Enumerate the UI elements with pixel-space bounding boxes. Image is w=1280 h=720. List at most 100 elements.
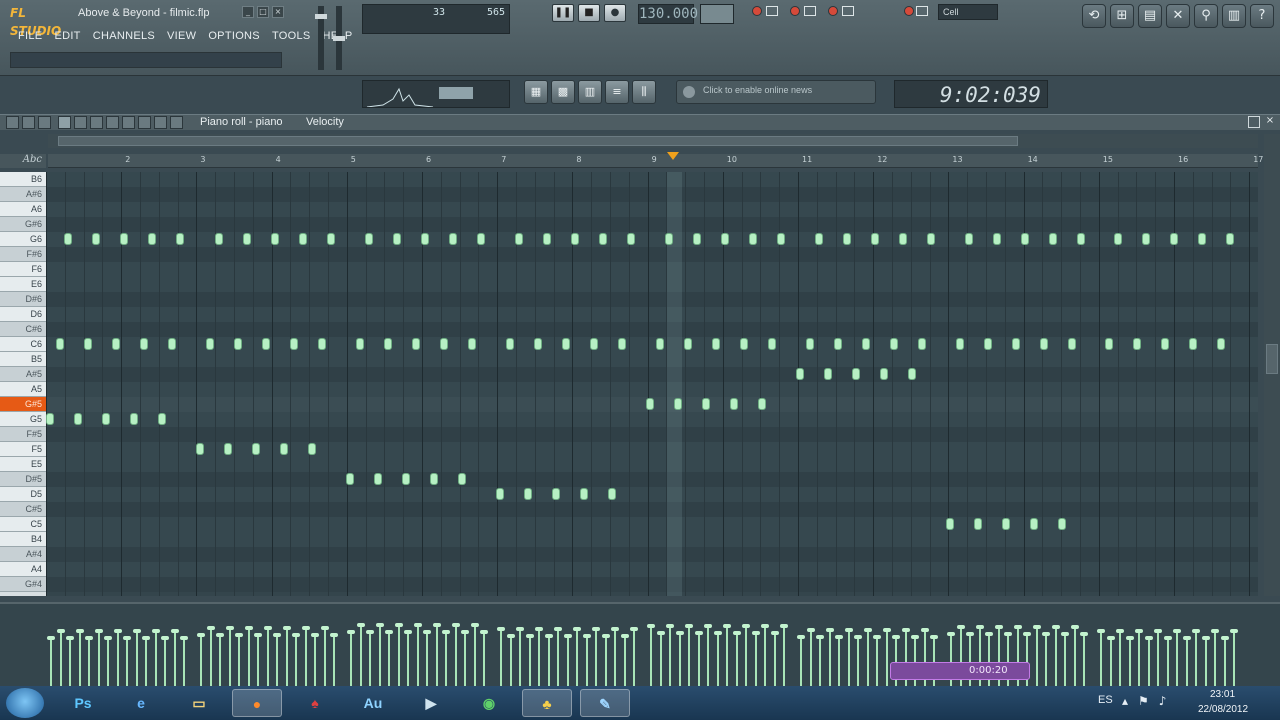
velocity-bar[interactable] <box>183 638 185 686</box>
velocity-handle[interactable] <box>1230 629 1238 633</box>
midi-note[interactable] <box>1189 338 1197 350</box>
velocity-handle[interactable] <box>273 633 281 637</box>
velocity-bar[interactable] <box>50 638 52 686</box>
velocity-bar[interactable] <box>228 628 231 686</box>
midi-note[interactable] <box>993 233 1001 245</box>
velocity-handle[interactable] <box>254 633 262 637</box>
midi-note[interactable] <box>965 233 973 245</box>
time-display-panel[interactable]: 9:02:039 <box>894 80 1048 108</box>
midi-note[interactable] <box>64 233 72 245</box>
midi-note[interactable] <box>665 233 673 245</box>
velocity-bar[interactable] <box>1054 627 1057 686</box>
midi-note[interactable] <box>806 338 814 350</box>
velocity-bar[interactable] <box>1204 638 1207 686</box>
velocity-bar[interactable] <box>678 633 681 686</box>
velocity-handle[interactable] <box>1097 629 1105 633</box>
midi-note[interactable] <box>749 233 757 245</box>
midi-note[interactable] <box>1058 518 1066 530</box>
velocity-bar[interactable] <box>726 626 728 686</box>
velocity-bar[interactable] <box>809 630 812 686</box>
piano-roll-icon[interactable]: ▥ <box>1222 4 1246 28</box>
metronome-icon[interactable] <box>766 6 778 16</box>
velocity-handle[interactable] <box>770 631 779 635</box>
velocity-handle[interactable] <box>180 636 188 640</box>
velocity-bar[interactable] <box>538 629 540 686</box>
velocity-handle[interactable] <box>985 632 993 636</box>
step-sequencer-icon[interactable]: ▩ <box>551 80 575 104</box>
velocity-handle[interactable] <box>694 631 703 635</box>
close-button[interactable]: × <box>272 6 284 18</box>
velocity-handle[interactable] <box>704 624 712 628</box>
midi-note[interactable] <box>1012 338 1020 350</box>
draw-tool-icon[interactable] <box>58 116 71 129</box>
velocity-bar[interactable] <box>126 638 128 686</box>
velocity-handle[interactable] <box>1220 636 1229 640</box>
menu-options[interactable]: OPTIONS <box>202 28 266 46</box>
velocity-handle[interactable] <box>235 633 243 637</box>
velocity-handle[interactable] <box>385 630 393 634</box>
screen-recorder-widget[interactable]: 0:00:20 <box>890 662 1030 680</box>
velocity-handle[interactable] <box>66 636 74 640</box>
piano-roll-title[interactable]: Piano roll - piano <box>200 116 283 128</box>
midi-note[interactable] <box>327 233 335 245</box>
midi-note[interactable] <box>646 398 654 410</box>
undo-icon[interactable]: ⟲ <box>1082 4 1106 28</box>
velocity-handle[interactable] <box>751 631 760 635</box>
midi-note[interactable] <box>608 488 616 500</box>
plugin-icon[interactable]: ✕ <box>1166 4 1190 28</box>
velocity-handle[interactable] <box>544 634 553 638</box>
midi-note[interactable] <box>768 338 776 350</box>
velocity-handle[interactable] <box>347 630 355 634</box>
midi-note[interactable] <box>449 233 457 245</box>
firefox-app[interactable]: ● <box>232 689 282 717</box>
velocity-bar[interactable] <box>397 625 400 686</box>
velocity-handle[interactable] <box>330 633 338 637</box>
midi-note[interactable] <box>1217 338 1225 350</box>
midi-note[interactable] <box>871 233 879 245</box>
midi-note[interactable] <box>1133 338 1141 350</box>
midi-note[interactable] <box>702 398 710 410</box>
piano-key[interactable]: A4 <box>0 562 46 577</box>
midi-note[interactable] <box>656 338 664 350</box>
velocity-bar[interactable] <box>885 630 888 686</box>
piano-key[interactable]: D5 <box>0 487 46 502</box>
velocity-handle[interactable] <box>1032 625 1041 629</box>
velocity-handle[interactable] <box>197 633 205 637</box>
velocity-handle[interactable] <box>1023 632 1031 636</box>
browser-icon[interactable]: ⚲ <box>1194 4 1218 28</box>
midi-note[interactable] <box>458 473 466 485</box>
step-record-icon[interactable] <box>790 6 800 16</box>
velocity-handle[interactable] <box>1201 636 1210 640</box>
velocity-bar[interactable] <box>276 635 278 686</box>
velocity-handle[interactable] <box>947 632 955 636</box>
velocity-bar[interactable] <box>116 631 119 686</box>
velocity-bar[interactable] <box>528 636 531 686</box>
velocity-handle[interactable] <box>356 623 365 627</box>
midi-note[interactable] <box>890 338 898 350</box>
velocity-handle[interactable] <box>75 629 84 633</box>
midi-note[interactable] <box>271 233 279 245</box>
velocity-handle[interactable] <box>320 626 329 630</box>
velocity-bar[interactable] <box>359 625 362 686</box>
velocity-bar[interactable] <box>1109 638 1112 686</box>
midi-note[interactable] <box>571 233 579 245</box>
velocity-bar[interactable] <box>350 632 352 686</box>
velocity-handle[interactable] <box>1080 632 1088 636</box>
velocity-handle[interactable] <box>366 630 374 634</box>
photoshop-app[interactable]: Ps <box>58 689 108 717</box>
velocity-handle[interactable] <box>835 635 843 639</box>
midi-note[interactable] <box>1226 233 1234 245</box>
countdown-icon[interactable] <box>804 6 816 16</box>
velocity-handle[interactable] <box>85 636 93 640</box>
velocity-bar[interactable] <box>145 638 147 686</box>
velocity-handle[interactable] <box>47 636 55 640</box>
velocity-bar[interactable] <box>238 635 240 686</box>
midi-note[interactable] <box>92 233 100 245</box>
midi-note[interactable] <box>534 338 542 350</box>
velocity-bar[interactable] <box>1119 631 1121 686</box>
velocity-handle[interactable] <box>630 627 638 631</box>
velocity-handle[interactable] <box>713 631 722 635</box>
vertical-scrollbar[interactable] <box>1264 134 1280 596</box>
velocity-bar[interactable] <box>688 626 690 686</box>
midi-note[interactable] <box>984 338 992 350</box>
